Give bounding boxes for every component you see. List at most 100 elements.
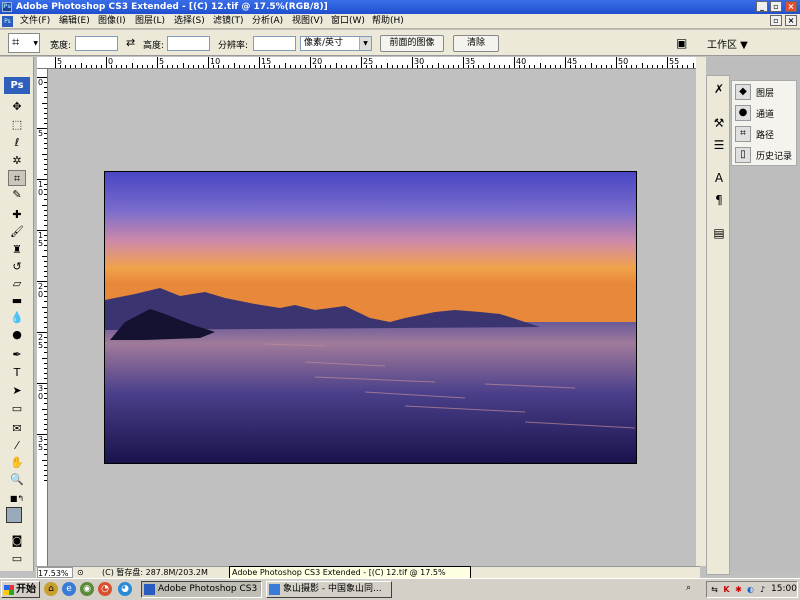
close-button[interactable]: × <box>785 1 797 12</box>
menu-help[interactable]: 帮助(H) <box>372 15 404 28</box>
quick-mask-icon[interactable]: ◙ <box>8 533 26 549</box>
brush-tool-icon[interactable]: 🖌 <box>8 224 26 240</box>
clear-button[interactable]: 清除 <box>453 35 499 52</box>
path-selection-tool-icon[interactable]: ➤ <box>8 383 26 399</box>
resolution-unit-select[interactable]: 像素/英寸 ▼ <box>300 36 372 51</box>
ruler-label: 3 5 <box>38 435 44 452</box>
status-icon[interactable]: ⊙ <box>77 567 84 578</box>
slice-tool-icon[interactable]: ✎ <box>8 187 26 203</box>
ruler-tick <box>248 65 250 68</box>
menu-window[interactable]: 窗口(W) <box>331 15 365 28</box>
front-image-button[interactable]: 前面的图像 <box>380 35 444 52</box>
zoom-tool-icon[interactable]: 🔍 <box>8 472 26 488</box>
ruler-tick <box>44 296 47 298</box>
update-icon[interactable]: ✱ <box>733 584 744 595</box>
move-tool-icon[interactable]: ✥ <box>8 99 26 115</box>
menu-filter[interactable]: 滤镜(T) <box>213 15 244 28</box>
blur-tool-icon[interactable]: 💧 <box>8 310 26 326</box>
quicklaunch-ie-icon[interactable]: e <box>62 582 76 596</box>
clone-stamp-tool-icon[interactable]: ♜ <box>8 242 26 258</box>
ruler-tick <box>350 65 352 68</box>
brushes-icon[interactable]: ✗ <box>710 80 728 98</box>
messenger-icon[interactable]: ◐ <box>745 584 756 595</box>
ruler-tick <box>304 65 306 68</box>
ruler-tick <box>631 65 633 68</box>
menu-edit[interactable]: 编辑(E) <box>59 15 90 28</box>
hand-tool-icon[interactable]: ✋ <box>8 455 26 471</box>
ruler-tick <box>672 65 674 68</box>
marquee-tool-icon[interactable]: ⬚ <box>8 117 26 133</box>
paragraph-icon[interactable]: ¶ <box>710 191 728 209</box>
swap-icon[interactable]: ⇄ <box>126 36 135 49</box>
camera-icon[interactable]: ▣ <box>676 36 687 50</box>
lasso-tool-icon[interactable]: ℓ <box>8 135 26 151</box>
ruler-tick <box>610 65 612 68</box>
character-icon[interactable]: A <box>710 169 728 187</box>
ruler-tick <box>44 112 47 114</box>
eraser-tool-icon[interactable]: ▱ <box>8 276 26 292</box>
swap-colors-icon[interactable]: ■↰ <box>8 491 26 507</box>
ruler-tick <box>544 65 546 68</box>
restore-button[interactable]: ▫ <box>770 1 782 12</box>
dodge-tool-icon[interactable]: ● <box>8 327 26 343</box>
type-tool-icon[interactable]: T <box>8 365 26 381</box>
menu-select[interactable]: 选择(S) <box>174 15 205 28</box>
quicklaunch-app-icon[interactable]: ◕ <box>118 582 132 596</box>
menu-layer[interactable]: 图层(L) <box>135 15 165 28</box>
doc-close-button[interactable]: × <box>785 15 797 26</box>
history-brush-tool-icon[interactable]: ↺ <box>8 259 26 275</box>
workspace-menu[interactable]: 工作区 ▼ <box>707 36 748 51</box>
volume-icon[interactable]: ♪ <box>757 584 768 595</box>
menu-view[interactable]: 视图(V) <box>292 15 323 28</box>
ruler-tick <box>595 65 597 68</box>
document-image[interactable] <box>104 171 637 464</box>
foreground-color-swatch[interactable] <box>6 507 22 523</box>
info-icon[interactable]: ▤ <box>710 224 728 242</box>
menu-analysis[interactable]: 分析(A) <box>252 15 283 28</box>
minimize-button[interactable]: _ <box>756 1 768 12</box>
ruler-tick <box>44 240 47 242</box>
vertical-scrollbar[interactable] <box>696 57 706 566</box>
layer-comps-icon[interactable]: ☰ <box>710 136 728 154</box>
ruler-tick <box>310 57 311 68</box>
panel-paths[interactable]: ⌗ 路径 <box>734 124 796 144</box>
quicklaunch-desktop-icon[interactable]: ⌂ <box>44 582 58 596</box>
screen-mode-icon[interactable]: ▭ <box>8 551 26 567</box>
task-photoshop[interactable]: Adobe Photoshop CS3 E... <box>141 581 262 598</box>
tool-preset-picker[interactable]: ⌗ ▼ <box>8 33 40 53</box>
menu-image[interactable]: 图像(I) <box>98 15 126 28</box>
shape-tool-icon[interactable]: ▭ <box>8 401 26 417</box>
ruler-tick <box>100 65 102 68</box>
ruler-tick <box>361 57 362 68</box>
width-field[interactable] <box>75 36 118 51</box>
antivirus-icon[interactable]: K <box>721 584 732 595</box>
notes-tool-icon[interactable]: ✉ <box>8 421 26 437</box>
language-bar-icon[interactable]: ⌕ <box>686 583 691 593</box>
doc-restore-button[interactable]: ▫ <box>770 15 782 26</box>
ruler-tick <box>44 326 47 328</box>
gradient-tool-icon[interactable]: ▬ <box>8 293 26 309</box>
ruler-tick <box>151 65 153 68</box>
network-icon[interactable]: ⇆ <box>709 584 720 595</box>
panel-history[interactable]: ▯ 历史记录 <box>734 145 796 165</box>
task-browser[interactable]: 象山摄影 - 中国象山同... <box>266 581 392 598</box>
clock[interactable]: 15:00 <box>771 584 797 594</box>
healing-brush-tool-icon[interactable]: ✚ <box>8 207 26 223</box>
magic-wand-tool-icon[interactable]: ✲ <box>8 153 26 169</box>
menu-file[interactable]: 文件(F) <box>20 15 50 28</box>
crop-tool-icon[interactable]: ⌗ <box>8 170 26 186</box>
eyedropper-tool-icon[interactable]: ⁄ <box>8 438 26 454</box>
tool-presets-icon[interactable]: ⚒ <box>710 114 728 132</box>
height-field[interactable] <box>167 36 210 51</box>
panel-channels[interactable]: ● 通道 <box>734 103 796 123</box>
zoom-level[interactable]: 17.53% <box>37 567 73 578</box>
resolution-field[interactable] <box>253 36 296 51</box>
photoshop-logo[interactable]: Ps <box>4 77 30 94</box>
start-button[interactable]: 开始 <box>1 581 40 598</box>
quicklaunch-browser-icon[interactable]: ◔ <box>98 582 112 596</box>
panel-layers[interactable]: ◆ 图层 <box>734 82 796 102</box>
ruler-tick <box>381 65 383 68</box>
quicklaunch-media-icon[interactable]: ◉ <box>80 582 94 596</box>
pen-tool-icon[interactable]: ✒ <box>8 347 26 363</box>
ruler-tick <box>687 65 689 68</box>
